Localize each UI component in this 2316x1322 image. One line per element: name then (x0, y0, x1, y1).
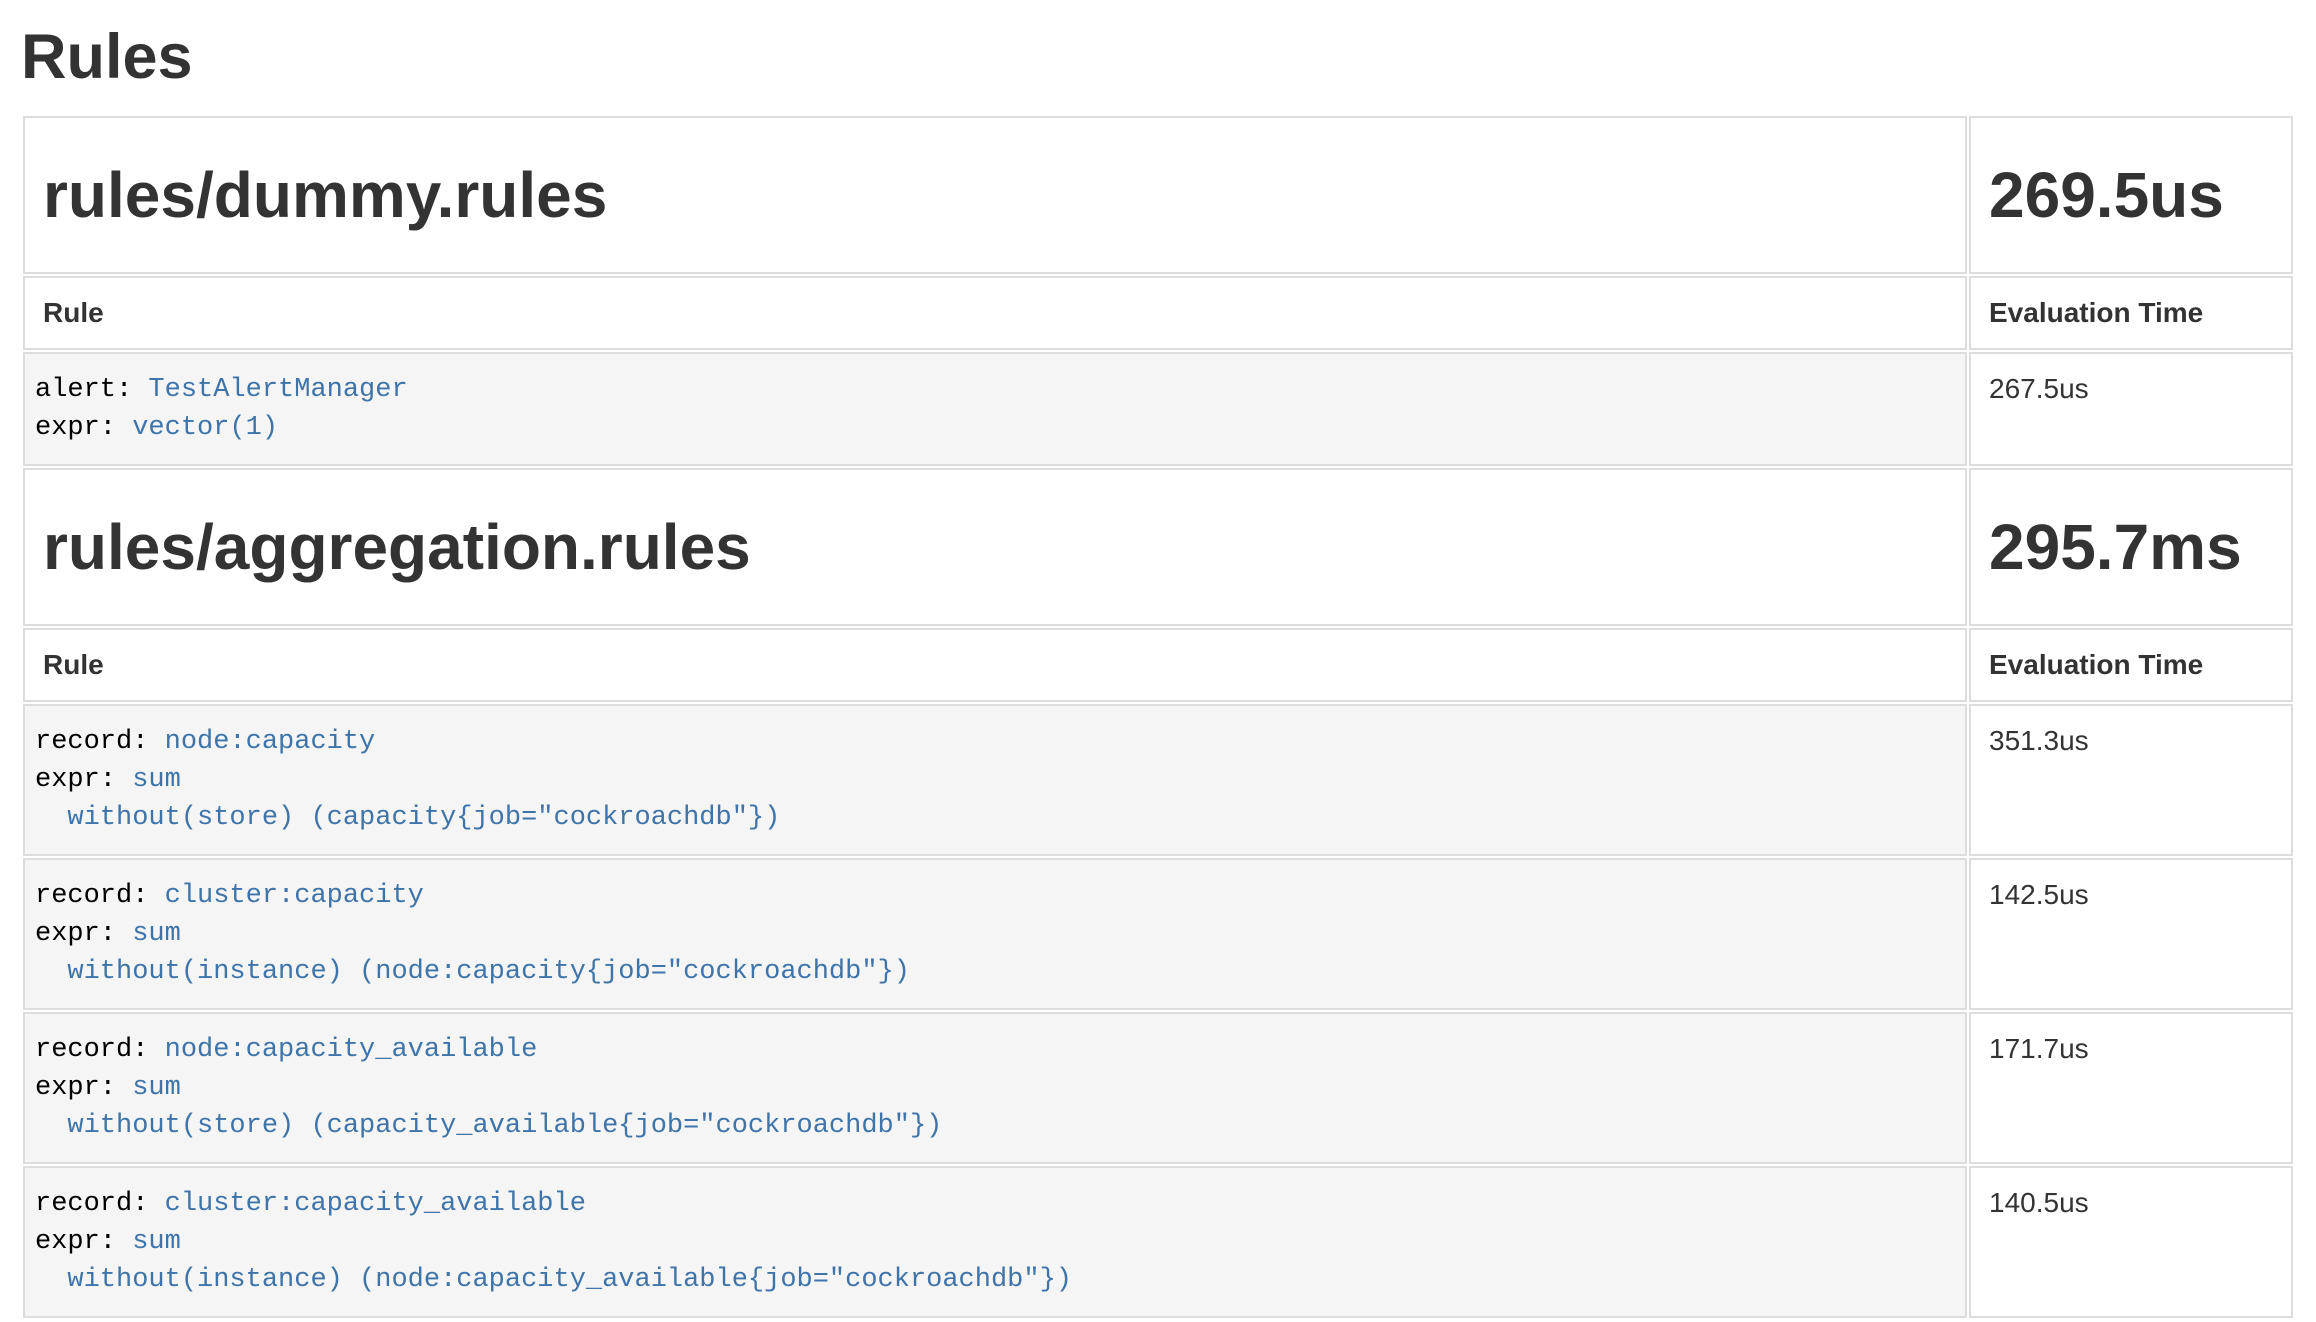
rule-column-header: Rule (23, 276, 1967, 350)
rule-definition-cell: record: node:capacity expr: sum without(… (23, 704, 1967, 856)
rule-definition-cell: record: cluster:capacity expr: sum witho… (23, 858, 1967, 1010)
rule-row: record: cluster:capacity_available expr:… (23, 1166, 2293, 1318)
rule-code: record: node:capacity expr: sum without(… (35, 723, 1955, 837)
rule-definition-cell: record: node:capacity_available expr: su… (23, 1012, 1967, 1164)
rule-keyword-text: alert: (35, 375, 148, 405)
group-header-row: rules/dummy.rules 269.5us (23, 116, 2293, 274)
rule-link[interactable]: TestAlertManager (148, 375, 407, 405)
rule-keyword-text: record: (35, 1035, 165, 1065)
rule-evaluation-time: 351.3us (1969, 704, 2293, 856)
rule-keyword-text: expr: (35, 919, 132, 949)
rule-row: record: node:capacity_available expr: su… (23, 1012, 2293, 1164)
group-name-cell: rules/aggregation.rules (23, 468, 1967, 626)
group-evaluation-time-cell: 295.7ms (1969, 468, 2293, 626)
page-title: Rules (21, 24, 2295, 90)
rules-table-body: rules/dummy.rules269.5usRuleEvaluation T… (23, 116, 2293, 1318)
group-header-row: rules/aggregation.rules 295.7ms (23, 468, 2293, 626)
rule-keyword-text: expr: (35, 413, 132, 443)
rule-link[interactable]: node:capacity (165, 727, 376, 757)
rules-table: rules/dummy.rules269.5usRuleEvaluation T… (21, 114, 2295, 1320)
group-evaluation-time: 269.5us (1989, 158, 2273, 232)
rule-link[interactable]: cluster:capacity_available (165, 1189, 586, 1219)
rule-row: alert: TestAlertManager expr: vector(1)2… (23, 352, 2293, 466)
rule-code: record: node:capacity_available expr: su… (35, 1031, 1955, 1145)
group-name: rules/dummy.rules (43, 158, 1947, 232)
rules-page: { "page": { "title": "Rules" }, "table":… (0, 0, 2316, 1322)
rule-link[interactable]: sum without(instance) (node:capacity{job… (35, 919, 910, 987)
rule-row: record: cluster:capacity expr: sum witho… (23, 858, 2293, 1010)
rule-keyword-text: expr: (35, 765, 132, 795)
column-header-row: RuleEvaluation Time (23, 628, 2293, 702)
rule-code: alert: TestAlertManager expr: vector(1) (35, 371, 1955, 447)
rule-link[interactable]: node:capacity_available (165, 1035, 538, 1065)
rule-column-header: Rule (23, 628, 1967, 702)
rule-evaluation-time: 142.5us (1969, 858, 2293, 1010)
rule-link[interactable]: vector(1) (132, 413, 278, 443)
rule-evaluation-time: 140.5us (1969, 1166, 2293, 1318)
group-evaluation-time: 295.7ms (1989, 510, 2273, 584)
rule-link[interactable]: sum without(store) (capacity_available{j… (35, 1073, 942, 1141)
rule-keyword-text: expr: (35, 1073, 132, 1103)
column-header-row: RuleEvaluation Time (23, 276, 2293, 350)
rule-link[interactable]: cluster:capacity (165, 881, 424, 911)
rule-evaluation-time: 171.7us (1969, 1012, 2293, 1164)
rule-keyword-text: record: (35, 1189, 165, 1219)
rule-link[interactable]: sum without(store) (capacity{job="cockro… (35, 765, 780, 833)
rule-evaluation-time: 267.5us (1969, 352, 2293, 466)
rule-code: record: cluster:capacity_available expr:… (35, 1185, 1955, 1299)
group-evaluation-time-cell: 269.5us (1969, 116, 2293, 274)
rule-row: record: node:capacity expr: sum without(… (23, 704, 2293, 856)
rule-code: record: cluster:capacity expr: sum witho… (35, 877, 1955, 991)
group-name: rules/aggregation.rules (43, 510, 1947, 584)
rule-definition-cell: alert: TestAlertManager expr: vector(1) (23, 352, 1967, 466)
rule-definition-cell: record: cluster:capacity_available expr:… (23, 1166, 1967, 1318)
rule-keyword-text: record: (35, 881, 165, 911)
rule-keyword-text: record: (35, 727, 165, 757)
time-column-header: Evaluation Time (1969, 276, 2293, 350)
rule-keyword-text: expr: (35, 1227, 132, 1257)
rule-link[interactable]: sum without(instance) (node:capacity_ava… (35, 1227, 1072, 1295)
group-name-cell: rules/dummy.rules (23, 116, 1967, 274)
time-column-header: Evaluation Time (1969, 628, 2293, 702)
